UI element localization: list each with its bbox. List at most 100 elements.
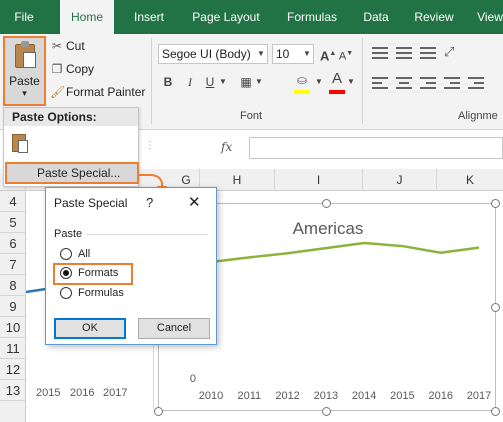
chevron-down-icon: ▾: [22, 88, 27, 98]
x-tick-label: 2017: [467, 390, 491, 402]
formula-bar: ⋮ fx: [139, 136, 503, 160]
decrease-font-icon[interactable]: A▼: [338, 44, 354, 67]
row-header[interactable]: 4: [0, 191, 26, 212]
insert-function-button[interactable]: fx: [221, 140, 232, 154]
underline-button[interactable]: U: [202, 72, 218, 92]
font-color-button[interactable]: A: [328, 69, 346, 94]
fill-color-icon[interactable]: ⛀: [292, 70, 312, 94]
row-header[interactable]: 8: [0, 275, 26, 296]
font-group-label: Font: [240, 110, 263, 122]
alignment-group-label: Alignme: [458, 110, 498, 122]
row-header[interactable]: 13: [0, 380, 26, 401]
ok-button[interactable]: OK: [54, 318, 126, 339]
bold-button[interactable]: B: [160, 72, 176, 92]
chevron-down-icon[interactable]: ▼: [218, 72, 228, 92]
help-icon[interactable]: ?: [146, 195, 153, 210]
radio-button[interactable]: [60, 287, 72, 299]
resize-handle[interactable]: [154, 407, 163, 416]
paste-button[interactable]: Paste ▾: [3, 36, 46, 106]
column-header[interactable]: I: [275, 169, 363, 191]
chevron-down-icon[interactable]: ▼: [254, 72, 264, 92]
paste-clipboard-icon[interactable]: [12, 132, 30, 154]
tab-data[interactable]: Data: [356, 0, 396, 34]
tab-insert[interactable]: Insert: [124, 0, 174, 34]
format-painter-label: Format Painter: [66, 85, 146, 99]
format-painter-button[interactable]: 🖌Format Painter: [50, 82, 145, 102]
dialog-title: Paste Special: [54, 196, 128, 210]
chart-title: Americas: [293, 219, 364, 238]
align-top-icon[interactable]: [372, 44, 388, 62]
paintbrush-icon: 🖌: [50, 85, 66, 99]
tab-review[interactable]: Review: [408, 0, 460, 34]
x-tick-label: 2014: [352, 390, 376, 402]
row-header[interactable]: 11: [0, 338, 26, 359]
paste-label: Paste: [9, 74, 40, 88]
chevron-down-icon: ▼: [257, 49, 265, 58]
paste-special-menu-item[interactable]: Paste Special...: [5, 162, 139, 184]
font-color-letter: A: [331, 70, 342, 87]
left-chart-year: 2015: [36, 387, 61, 399]
series-line: [210, 241, 480, 264]
ribbon-tab-bar: File Home Insert Page Layout Formulas Da…: [0, 0, 503, 35]
font-size-value: 10: [276, 47, 290, 61]
radio-button-selected[interactable]: [60, 267, 72, 279]
row-header[interactable]: 12: [0, 359, 26, 380]
scissors-icon: ✂: [51, 39, 63, 53]
paste-special-dialog: Paste Special ? ✕ Paste All Formats Form…: [45, 187, 217, 345]
x-tick-label: 2010: [199, 390, 223, 402]
chevron-down-icon[interactable]: ▼: [314, 72, 324, 92]
outdent-icon[interactable]: [468, 74, 486, 92]
left-chart-series: [26, 287, 46, 294]
resize-handle[interactable]: [322, 407, 331, 416]
align-middle-icon[interactable]: [396, 44, 412, 62]
column-header[interactable]: J: [363, 169, 437, 191]
cancel-button[interactable]: Cancel: [138, 318, 210, 339]
y-tick-label: 0: [190, 373, 196, 385]
row-headers: 4 5 6 7 8 9 10 11 12 13: [0, 191, 26, 422]
column-header[interactable]: K: [437, 169, 503, 191]
cut-button[interactable]: ✂ Cut: [50, 36, 85, 56]
copy-icon: ❐: [51, 62, 63, 76]
radio-button[interactable]: [60, 248, 72, 260]
radio-label: Formats: [78, 267, 119, 279]
font-name-select[interactable]: Segoe UI (Body) ▼: [158, 44, 268, 64]
paste-section-label: Paste: [54, 228, 83, 240]
tab-page-layout[interactable]: Page Layout: [186, 0, 266, 34]
cut-label: Cut: [66, 39, 85, 53]
align-bottom-icon[interactable]: [420, 44, 436, 62]
resize-handle[interactable]: [491, 303, 500, 312]
x-tick-label: 2012: [275, 390, 299, 402]
tab-view[interactable]: View: [470, 0, 503, 34]
x-tick-label: 2015: [390, 390, 414, 402]
tab-formulas[interactable]: Formulas: [278, 0, 346, 34]
tab-file[interactable]: File: [4, 0, 44, 34]
radio-label: All: [78, 248, 91, 260]
tab-home[interactable]: Home: [60, 0, 114, 35]
align-right-icon[interactable]: [420, 74, 436, 92]
formula-input[interactable]: [249, 137, 503, 159]
increase-font-icon[interactable]: A▲: [320, 44, 336, 66]
radio-label: Formulas: [78, 287, 124, 299]
close-icon[interactable]: ✕: [188, 193, 201, 211]
resize-handle[interactable]: [491, 199, 500, 208]
row-header[interactable]: 10: [0, 317, 26, 338]
left-chart-year: 2017: [103, 387, 128, 399]
row-header[interactable]: 9: [0, 296, 26, 317]
chevron-down-icon: ▼: [303, 49, 311, 58]
borders-icon[interactable]: ▦: [238, 72, 254, 92]
row-header[interactable]: 5: [0, 212, 26, 233]
font-size-select[interactable]: 10 ▼: [272, 44, 314, 64]
indent-icon[interactable]: [444, 74, 462, 92]
row-header[interactable]: 7: [0, 254, 26, 275]
copy-button[interactable]: ❐ Copy: [50, 59, 94, 79]
group-separator: [151, 38, 152, 124]
paste-options-header: Paste Options:: [4, 108, 138, 126]
row-header[interactable]: 6: [0, 233, 26, 254]
align-left-icon[interactable]: [372, 74, 388, 92]
italic-button[interactable]: I: [182, 72, 198, 92]
align-center-icon[interactable]: [396, 74, 412, 92]
resize-handle[interactable]: [491, 407, 500, 416]
resize-handle[interactable]: [322, 199, 331, 208]
chevron-down-icon[interactable]: ▼: [346, 72, 356, 92]
orientation-icon[interactable]: ⤢: [444, 44, 462, 62]
